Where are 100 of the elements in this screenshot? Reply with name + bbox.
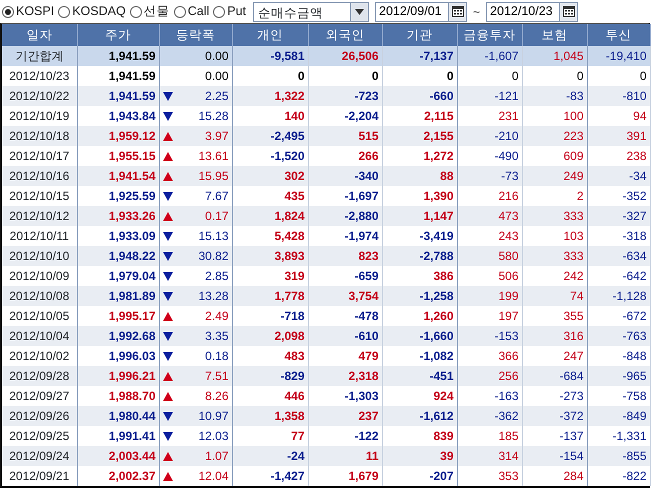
change-value: 1.07 bbox=[205, 448, 228, 465]
column-header[interactable]: 기관 bbox=[382, 24, 457, 46]
date-cell: 2012/10/22 bbox=[2, 86, 77, 106]
change-value: 15.13 bbox=[198, 228, 228, 245]
value-cell: 140 bbox=[232, 106, 308, 126]
down-triangle-icon bbox=[162, 332, 172, 340]
calendar-icon[interactable] bbox=[562, 6, 575, 17]
value-cell: -372 bbox=[522, 406, 587, 426]
market-radio[interactable]: KOSDAQ bbox=[58, 2, 130, 21]
market-radio[interactable]: KOSPI bbox=[2, 2, 58, 21]
value-cell: 506 bbox=[457, 266, 522, 286]
price-cell: 1,933.26 bbox=[77, 206, 159, 226]
change-value: 13.61 bbox=[198, 148, 228, 165]
value-cell: -2,204 bbox=[308, 106, 382, 126]
column-header[interactable]: 등락폭 bbox=[159, 24, 232, 46]
up-triangle-icon bbox=[162, 472, 172, 480]
value-cell: 223 bbox=[522, 126, 587, 146]
value-cell: -273 bbox=[522, 386, 587, 406]
price-cell: 1,955.15 bbox=[77, 146, 159, 166]
value-cell: 77 bbox=[232, 426, 308, 446]
value-cell: 483 bbox=[232, 346, 308, 366]
market-radio[interactable]: 선물 bbox=[130, 2, 174, 21]
price-cell: 1,996.03 bbox=[77, 346, 159, 366]
value-cell: 238 bbox=[587, 146, 650, 166]
price-cell: 1,941.59 bbox=[77, 66, 159, 86]
value-cell: 26,506 bbox=[308, 46, 382, 66]
value-cell: -121 bbox=[457, 86, 522, 106]
value-cell: -1,082 bbox=[382, 346, 457, 366]
market-radio[interactable]: Call bbox=[174, 2, 214, 21]
date-cell: 2012/10/16 bbox=[2, 166, 77, 186]
price-cell: 1,933.09 bbox=[77, 226, 159, 246]
value-cell: 0 bbox=[522, 66, 587, 86]
value-cell: -723 bbox=[308, 86, 382, 106]
value-cell: 2,318 bbox=[308, 366, 382, 386]
value-cell: 39 bbox=[382, 446, 457, 466]
value-cell: -684 bbox=[522, 366, 587, 386]
date-picker[interactable]: 2012/09/01 bbox=[375, 2, 468, 22]
date-cell: 2012/10/19 bbox=[2, 106, 77, 126]
value-cell: -758 bbox=[587, 386, 650, 406]
value-cell: 823 bbox=[308, 246, 382, 266]
column-header[interactable]: 보험 bbox=[522, 24, 587, 46]
date-cell: 2012/10/17 bbox=[2, 146, 77, 166]
column-header[interactable]: 외국인 bbox=[308, 24, 382, 46]
value-cell: -822 bbox=[587, 466, 650, 486]
date-cell: 2012/10/08 bbox=[2, 286, 77, 306]
price-cell: 1,991.41 bbox=[77, 426, 159, 446]
value-cell: 103 bbox=[522, 226, 587, 246]
value-cell: 1,272 bbox=[382, 146, 457, 166]
value-cell: -34 bbox=[587, 166, 650, 186]
price-cell: 1,979.04 bbox=[77, 266, 159, 286]
column-header[interactable]: 투신 bbox=[587, 24, 650, 46]
change-value: 10.97 bbox=[198, 408, 228, 425]
date-cell: 2012/10/04 bbox=[2, 326, 77, 346]
down-triangle-icon bbox=[162, 292, 172, 300]
price-cell: 2,002.37 bbox=[77, 466, 159, 486]
value-cell: -73 bbox=[457, 166, 522, 186]
up-triangle-icon bbox=[162, 312, 172, 320]
calendar-icon[interactable] bbox=[452, 6, 464, 17]
value-cell: -1,612 bbox=[382, 406, 457, 426]
date-cell: 2012/10/02 bbox=[2, 346, 77, 366]
value-cell: 580 bbox=[457, 246, 522, 266]
value-cell: -490 bbox=[457, 146, 522, 166]
change-value: 7.51 bbox=[205, 368, 228, 385]
price-cell: 1,925.59 bbox=[77, 186, 159, 206]
value-cell: 316 bbox=[522, 326, 587, 346]
column-header[interactable]: 금융투자 bbox=[457, 24, 522, 46]
change-value: 3.97 bbox=[205, 128, 228, 145]
value-cell: 256 bbox=[457, 366, 522, 386]
value-cell: -659 bbox=[308, 266, 382, 286]
date-cell: 2012/10/23 bbox=[2, 66, 77, 86]
price-cell: 1,995.17 bbox=[77, 306, 159, 326]
change-value: 0.00 bbox=[205, 48, 228, 65]
value-cell: 446 bbox=[232, 386, 308, 406]
value-cell: 1,358 bbox=[232, 406, 308, 426]
value-cell: 0 bbox=[382, 66, 457, 86]
value-cell: 88 bbox=[382, 166, 457, 186]
date-picker[interactable]: 2012/10/23 bbox=[486, 2, 578, 22]
value-cell: -2,880 bbox=[308, 206, 382, 226]
value-cell: -2,495 bbox=[232, 126, 308, 146]
price-cell: 1,988.70 bbox=[77, 386, 159, 406]
value-cell: -1,974 bbox=[308, 226, 382, 246]
value-cell: -2,788 bbox=[382, 246, 457, 266]
value-cell: 355 bbox=[522, 306, 587, 326]
value-cell: 284 bbox=[522, 466, 587, 486]
column-header[interactable]: 개인 bbox=[232, 24, 308, 46]
value-cell: 94 bbox=[587, 106, 650, 126]
change-value: 13.28 bbox=[198, 288, 228, 305]
column-header[interactable]: 일자 bbox=[2, 24, 77, 46]
column-header[interactable]: 주가 bbox=[77, 24, 159, 46]
value-cell: 609 bbox=[522, 146, 587, 166]
change-value: 30.82 bbox=[198, 248, 228, 265]
value-cell: 1,778 bbox=[232, 286, 308, 306]
value-cell: 515 bbox=[308, 126, 382, 146]
down-triangle-icon bbox=[162, 352, 172, 360]
market-radio[interactable]: Put bbox=[213, 2, 250, 21]
caret-icon bbox=[355, 8, 364, 14]
measure-dropdown[interactable]: 순매수금액 bbox=[253, 2, 370, 22]
down-triangle-icon bbox=[162, 192, 172, 200]
value-cell: 314 bbox=[457, 446, 522, 466]
value-cell: 0 bbox=[457, 66, 522, 86]
